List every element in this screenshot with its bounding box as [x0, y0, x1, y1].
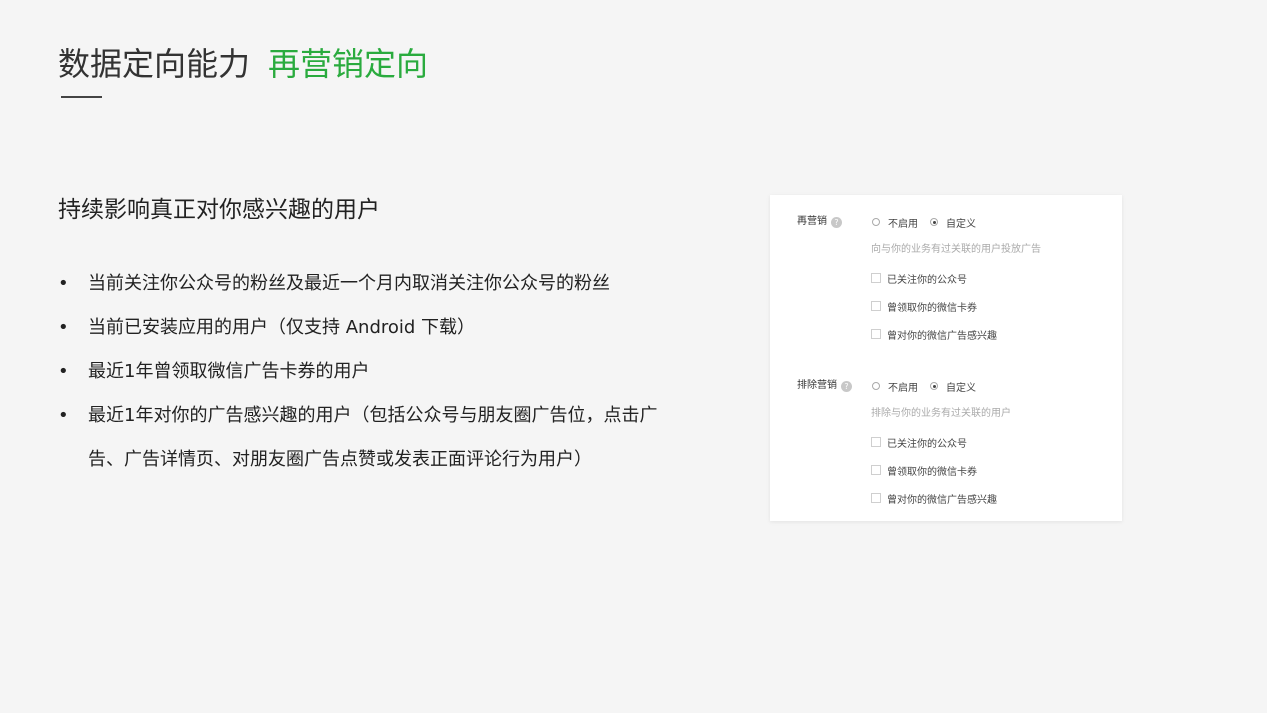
checkbox-icon [871, 493, 881, 503]
title-main: 数据定向能力 [58, 45, 251, 83]
retarget-hint: 向与你的业务有过关联的用户投放广告 [871, 244, 1041, 255]
subtitle: 持续影响真正对你感兴趣的用户 [58, 197, 380, 223]
radio-circle-icon [872, 218, 880, 226]
exclude-hint: 排除与你的业务有过关联的用户 [871, 408, 1011, 419]
exclude-radio-group: 不启用 自定义 [872, 378, 988, 394]
retarget-label-text: 再营销 [797, 216, 827, 227]
checkbox-label: 已关注你的公众号 [887, 438, 967, 450]
checkbox-icon [871, 465, 881, 475]
retarget-radio-group: 不启用 自定义 [872, 214, 988, 230]
bullet-item: • 当前已安装应用的用户（仅支持 Android 下载） [58, 306, 688, 350]
bullet-text: 最近1年对你的广告感兴趣的用户（包括公众号与朋友圈广告位，点击广告、广告详情页、… [88, 405, 658, 470]
bullet-text: 当前已安装应用的用户（仅支持 Android 下载） [88, 317, 476, 338]
retarget-radio-off[interactable]: 不启用 [872, 215, 918, 230]
help-icon[interactable]: ? [831, 216, 842, 228]
exclude-option-followers[interactable]: 已关注你的公众号 [871, 434, 967, 450]
bullet-text: 最近1年曾领取微信广告卡券的用户 [88, 361, 370, 382]
bullet-dot: • [58, 361, 69, 382]
title-underline [61, 96, 102, 98]
bullet-dot: • [58, 273, 69, 294]
checkbox-icon [871, 273, 881, 283]
retarget-option-followers[interactable]: 已关注你的公众号 [871, 270, 967, 286]
title-accent: 再营销定向 [268, 45, 429, 83]
checkbox-icon [871, 437, 881, 447]
exclude-radio-off[interactable]: 不启用 [872, 379, 918, 394]
checkbox-label: 已关注你的公众号 [887, 274, 967, 286]
bullet-list: • 当前关注你公众号的粉丝及最近一个月内取消关注你公众号的粉丝 • 当前已安装应用的… [58, 262, 688, 482]
retarget-radio-custom[interactable]: 自定义 [930, 215, 976, 230]
checkbox-label: 曾领取你的微信卡券 [887, 302, 977, 314]
radio-label: 自定义 [946, 382, 976, 394]
help-icon[interactable]: ? [841, 380, 852, 392]
bullet-item: • 最近1年对你的广告感兴趣的用户（包括公众号与朋友圈广告位，点击广告、广告详情页… [58, 394, 688, 482]
exclude-label-text: 排除营销 [797, 380, 837, 391]
checkbox-label: 曾领取你的微信卡券 [887, 466, 977, 478]
exclude-label: 排除营销 ? [797, 378, 852, 394]
radio-label: 不启用 [888, 218, 918, 230]
page-title: 数据定向能力 再营销定向 [58, 40, 428, 88]
exclude-radio-custom[interactable]: 自定义 [930, 379, 976, 394]
radio-circle-icon [872, 382, 880, 390]
radio-checked-icon [930, 382, 938, 390]
retarget-option-ad-interest[interactable]: 曾对你的微信广告感兴趣 [871, 326, 997, 342]
bullet-text: 当前关注你公众号的粉丝及最近一个月内取消关注你公众号的粉丝 [88, 273, 610, 294]
retarget-option-coupons[interactable]: 曾领取你的微信卡券 [871, 298, 977, 314]
bullet-dot: • [58, 405, 69, 426]
checkbox-label: 曾对你的微信广告感兴趣 [887, 330, 997, 342]
radio-label: 不启用 [888, 382, 918, 394]
exclude-option-ad-interest[interactable]: 曾对你的微信广告感兴趣 [871, 490, 997, 506]
retargeting-settings-card: 再营销 ? 不启用 自定义 向与你的业务有过关联的用户投放广告 已关注你的公众号… [770, 195, 1122, 521]
bullet-dot: • [58, 317, 69, 338]
checkbox-label: 曾对你的微信广告感兴趣 [887, 494, 997, 506]
radio-checked-icon [930, 218, 938, 226]
bullet-item: • 当前关注你公众号的粉丝及最近一个月内取消关注你公众号的粉丝 [58, 262, 688, 306]
exclude-option-coupons[interactable]: 曾领取你的微信卡券 [871, 462, 977, 478]
bullet-item: • 最近1年曾领取微信广告卡券的用户 [58, 350, 688, 394]
radio-label: 自定义 [946, 218, 976, 230]
checkbox-icon [871, 329, 881, 339]
retarget-label: 再营销 ? [797, 214, 842, 230]
checkbox-icon [871, 301, 881, 311]
